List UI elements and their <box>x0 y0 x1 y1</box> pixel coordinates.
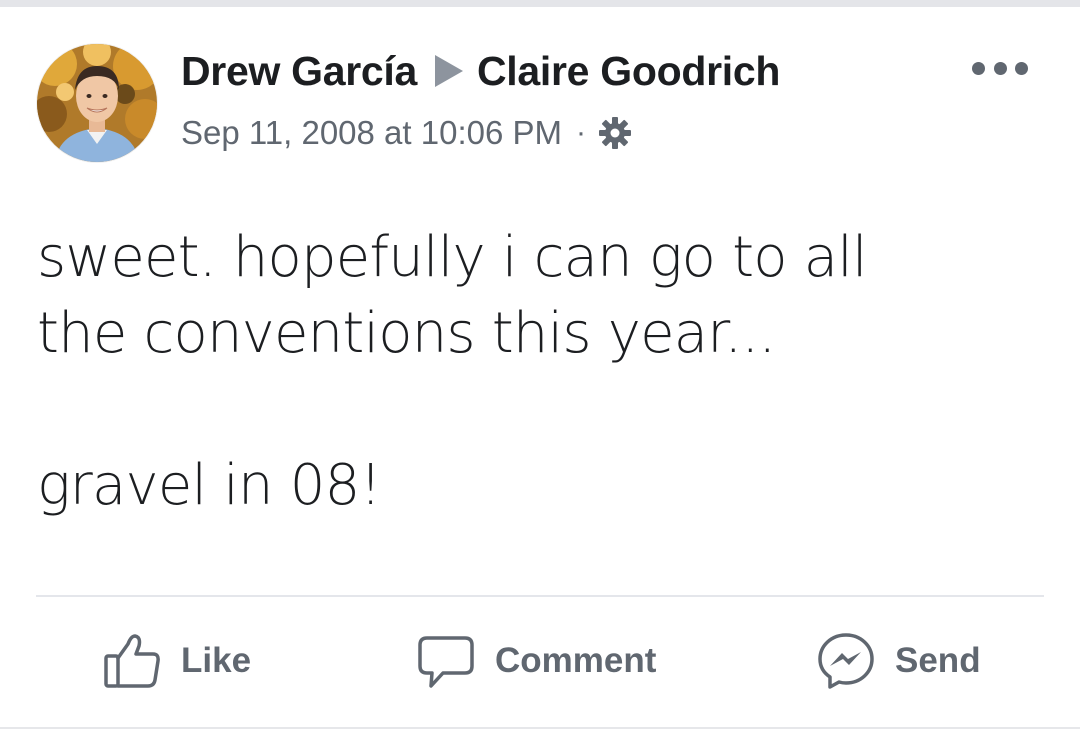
like-button[interactable]: Like <box>101 628 251 694</box>
send-button[interactable]: Send <box>815 628 981 694</box>
comment-button[interactable]: Comment <box>415 628 656 694</box>
more-dot <box>1015 61 1028 75</box>
meta-separator: · <box>576 116 586 149</box>
gear-icon[interactable] <box>598 116 632 150</box>
avatar[interactable] <box>37 44 157 162</box>
post-header: Drew García Claire Goodrich <box>181 46 780 96</box>
recipient-name[interactable]: Claire Goodrich <box>477 48 780 95</box>
comment-label: Comment <box>495 641 657 680</box>
post-body-line: the conventions this year... <box>37 301 776 366</box>
more-dot <box>972 61 985 75</box>
bottom-border <box>0 727 1080 729</box>
thumbs-up-icon <box>104 634 160 688</box>
top-border <box>0 0 1080 7</box>
arrow-right-icon <box>435 55 463 87</box>
more-dot <box>993 61 1007 75</box>
actions-divider <box>36 595 1044 597</box>
messenger-icon <box>818 633 874 689</box>
post-timestamp[interactable]: Sep 11, 2008 at 10:06 PM <box>181 114 562 152</box>
post-body-spacer <box>37 372 1047 448</box>
avatar-photo <box>37 44 157 162</box>
more-options-icon[interactable] <box>972 54 1028 82</box>
post-body: sweet. hopefully i can go to all the con… <box>37 220 1047 524</box>
author-name[interactable]: Drew García <box>181 48 417 95</box>
post-meta: Sep 11, 2008 at 10:06 PM · <box>181 111 632 155</box>
post-body-line: gravel in 08! <box>37 453 382 518</box>
like-label: Like <box>181 641 252 680</box>
comment-bubble-icon <box>418 636 474 688</box>
post-body-line: sweet. hopefully i can go to all <box>37 225 868 290</box>
send-label: Send <box>895 641 981 680</box>
